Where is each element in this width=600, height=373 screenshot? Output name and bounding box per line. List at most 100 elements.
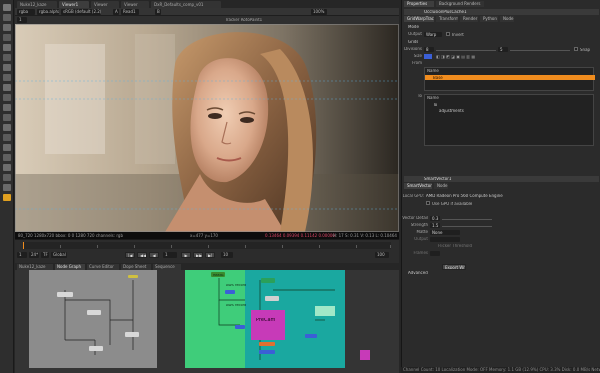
input-node-select[interactable]: Read1: [121, 9, 139, 15]
tab-transform[interactable]: Transform: [436, 16, 458, 22]
tab-viewer-1[interactable]: Viewer1: [59, 1, 89, 8]
tab-render[interactable]: Render: [460, 16, 478, 22]
vector-detail-slider[interactable]: [442, 219, 492, 220]
matte-select[interactable]: None: [430, 230, 460, 235]
from-list-row-active[interactable]: Base: [425, 75, 595, 80]
other-icon[interactable]: [3, 134, 11, 141]
deep-icon[interactable]: [3, 164, 11, 171]
first-frame-button[interactable]: |◀: [125, 252, 135, 258]
node-grey-1[interactable]: [57, 292, 73, 297]
strength-slider[interactable]: [442, 226, 492, 227]
metadata-icon[interactable]: [3, 114, 11, 121]
backdrop-precam[interactable]: [251, 310, 285, 340]
node-graph[interactable]: Read1 AWS record PreCam AWS record: [15, 270, 399, 373]
tab-background-renders[interactable]: Background Renders: [436, 1, 484, 7]
image-icon[interactable]: [3, 4, 11, 11]
divisions-x[interactable]: 8: [424, 47, 434, 52]
last-frame-button[interactable]: ▶|: [205, 252, 215, 258]
node-blue-3[interactable]: [305, 334, 317, 338]
tab-gridwarp[interactable]: GridWarpTracker: [404, 16, 434, 22]
channels-select[interactable]: rgba: [17, 9, 35, 15]
output-select[interactable]: Warp: [424, 32, 442, 37]
current-frame-field[interactable]: 1: [163, 252, 177, 258]
divisions-slider[interactable]: [436, 50, 496, 51]
tab-node-2[interactable]: Node: [434, 183, 448, 189]
output-select-2[interactable]: [430, 237, 460, 242]
next-key-button[interactable]: ▶▶: [193, 252, 203, 258]
3d-icon[interactable]: [3, 94, 11, 101]
filter-icon[interactable]: [3, 54, 11, 61]
to-list-row-2[interactable]: adjustments: [439, 109, 464, 113]
size-buttons[interactable]: ◧ ◨ ◩ ◪ ▣ ▤ ▥ ▦: [436, 55, 475, 59]
frame-field[interactable]: 1: [17, 17, 27, 23]
node-teal[interactable]: [315, 306, 335, 316]
zoom-select[interactable]: 100%: [311, 9, 327, 15]
node-orange[interactable]: [259, 342, 275, 346]
tab-viewer-3[interactable]: Viewer: [121, 1, 149, 8]
size-swatch[interactable]: [424, 54, 432, 59]
from-list[interactable]: Name Base: [424, 67, 595, 91]
strength-field[interactable]: 1.5: [430, 223, 440, 228]
nuke-logo-icon[interactable]: [3, 194, 11, 201]
tab-properties[interactable]: Properties: [404, 1, 434, 7]
cara-icon[interactable]: [3, 174, 11, 181]
node-blue-2[interactable]: [235, 325, 245, 329]
to-list-row-1[interactable]: To: [433, 103, 437, 107]
toolsets-icon[interactable]: [3, 124, 11, 131]
vector-detail-field[interactable]: 0.3: [430, 216, 440, 221]
frame-step-field[interactable]: 10: [221, 252, 233, 258]
timeline-ruler[interactable]: [23, 242, 391, 249]
draw-icon[interactable]: [3, 14, 11, 21]
node-yellow[interactable]: [128, 275, 138, 278]
time-icon[interactable]: [3, 24, 11, 31]
use-gpu-checkbox[interactable]: [426, 201, 430, 205]
tab-viewer-2[interactable]: Viewer: [91, 1, 119, 8]
invert-checkbox[interactable]: [446, 32, 450, 36]
global-select[interactable]: Global: [51, 252, 67, 258]
tf-select[interactable]: TF: [41, 252, 49, 258]
snap-checkbox[interactable]: [574, 47, 578, 51]
keyer-icon[interactable]: [3, 64, 11, 71]
node-grey-4[interactable]: [125, 332, 139, 337]
node1-header[interactable]: OcclusionPlusCache1: [404, 9, 599, 15]
node-blue-1[interactable]: [225, 290, 235, 294]
frames-field[interactable]: [430, 251, 440, 256]
playhead[interactable]: [23, 242, 24, 249]
advanced-toggle[interactable]: Advanced: [408, 271, 428, 275]
transform-icon[interactable]: [3, 84, 11, 91]
fps-field[interactable]: 24*: [29, 252, 39, 258]
tab-viewer-4[interactable]: DxR_Defaults_comp_v01: [151, 1, 221, 8]
divisions-y[interactable]: 5: [498, 47, 508, 52]
furnace-icon[interactable]: [3, 144, 11, 151]
node-grey-2[interactable]: [87, 310, 101, 315]
channel-icon[interactable]: [3, 34, 11, 41]
input-a-select[interactable]: A: [113, 9, 119, 15]
node-magenta[interactable]: [360, 350, 370, 360]
particles-icon[interactable]: [3, 154, 11, 161]
display-select[interactable]: rgba.alpha: [37, 9, 59, 15]
tab-python[interactable]: Python: [480, 16, 498, 22]
play-back-button[interactable]: ◀: [149, 252, 159, 258]
tab-smartvector[interactable]: SmartVector: [404, 183, 432, 189]
export-write-button[interactable]: Export Write: [442, 264, 466, 270]
node2-header[interactable]: SmartVector1: [404, 176, 599, 182]
to-list[interactable]: Name To adjustments: [424, 94, 594, 146]
end-frame-field[interactable]: 100: [375, 252, 389, 258]
play-button[interactable]: ▶: [181, 252, 191, 258]
prev-key-button[interactable]: ◀◀: [137, 252, 147, 258]
viewer-canvas[interactable]: [15, 24, 399, 232]
input-b-select[interactable]: B: [155, 9, 161, 15]
node-white[interactable]: [265, 296, 279, 301]
node-blue-4[interactable]: [259, 350, 275, 354]
color-icon[interactable]: [3, 44, 11, 51]
merge-icon[interactable]: [3, 74, 11, 81]
plugins-icon[interactable]: [3, 184, 11, 191]
tab-node[interactable]: Node: [500, 16, 514, 22]
colorspace-select[interactable]: sRGB (default (2.2)): [61, 9, 101, 15]
node-grey-3[interactable]: [89, 346, 103, 351]
start-frame-field[interactable]: 1: [17, 252, 27, 258]
divisions-slider-2[interactable]: [510, 50, 570, 51]
views-icon[interactable]: [3, 104, 11, 111]
node-green[interactable]: [261, 278, 275, 283]
tab-viewer-0[interactable]: Nuke12_kaze: [17, 1, 57, 8]
